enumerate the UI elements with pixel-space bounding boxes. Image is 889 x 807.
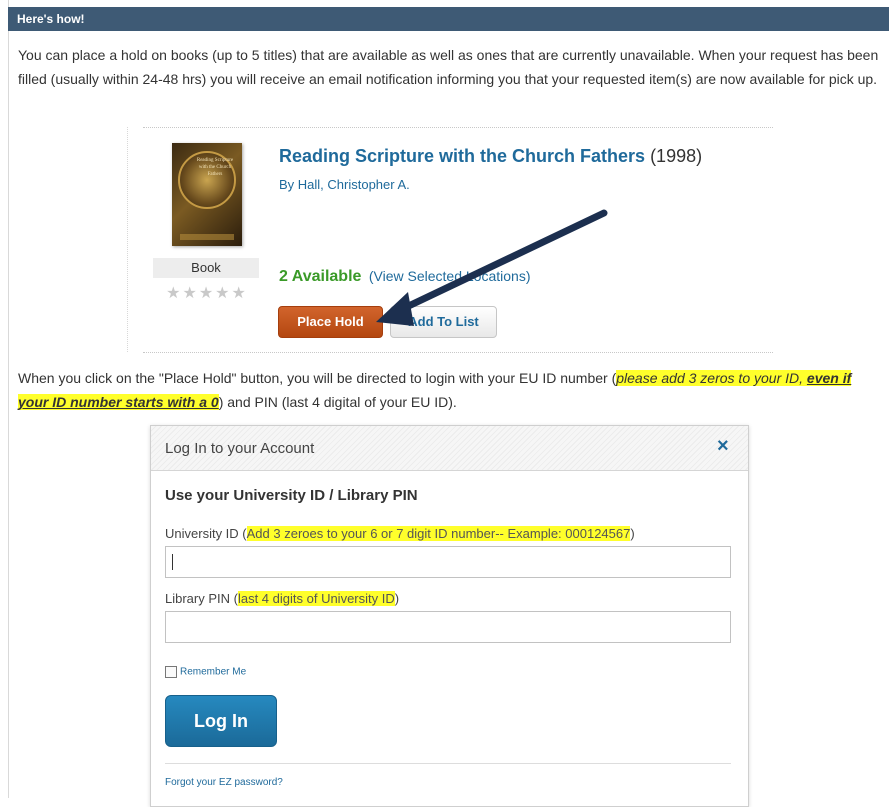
instructions-text-before: When you click on the "Place Hold" butto… bbox=[18, 370, 617, 386]
cover-title-text: Reading Scripture with the Church Father… bbox=[196, 158, 234, 177]
login-button[interactable]: Log In bbox=[165, 695, 277, 747]
available-count: 2 Available bbox=[279, 268, 362, 285]
add-to-list-button[interactable]: Add To List bbox=[390, 306, 497, 338]
university-id-label-text: University ID ( bbox=[165, 526, 247, 541]
close-icon[interactable]: × bbox=[717, 435, 729, 458]
intro-paragraph: You can place a hold on books (up to 5 t… bbox=[18, 47, 879, 87]
login-instructions: When you click on the "Place Hold" butto… bbox=[18, 366, 880, 414]
library-pin-input[interactable] bbox=[165, 611, 731, 643]
availability-status: 2 Available (View Selected Locations) bbox=[279, 268, 530, 286]
remember-me-checkbox[interactable] bbox=[165, 666, 177, 678]
login-dialog: Log In to your Account × Use your Univer… bbox=[150, 425, 749, 807]
forgot-password-link[interactable]: Forgot your EZ password? bbox=[165, 777, 283, 788]
university-id-hint: Add 3 zeroes to your 6 or 7 digit ID num… bbox=[246, 526, 631, 541]
library-pin-label-text: Library PIN ( bbox=[165, 591, 238, 606]
rating-stars-icon[interactable]: ★★★★★ bbox=[156, 283, 258, 303]
section-header: Here's how! bbox=[8, 7, 889, 31]
book-title-link[interactable]: Reading Scripture with the Church Father… bbox=[279, 146, 702, 167]
book-cover[interactable]: Reading Scripture with the Church Father… bbox=[172, 143, 242, 246]
card-left-divider bbox=[127, 127, 128, 352]
university-id-label-end: ) bbox=[630, 526, 635, 541]
instructions-text-after: ) and PIN (last 4 digital of your EU ID)… bbox=[218, 394, 457, 410]
instructions-highlight-text: please add 3 zeros to your ID, bbox=[616, 370, 807, 386]
dialog-divider bbox=[165, 763, 731, 764]
book-year: (1998) bbox=[650, 146, 703, 166]
university-id-label: University ID (Add 3 zeroes to your 6 or… bbox=[165, 526, 635, 541]
view-locations-link[interactable]: (View Selected Locations) bbox=[369, 268, 531, 284]
university-id-input[interactable] bbox=[165, 546, 731, 578]
remember-me-label[interactable]: Remember Me bbox=[180, 667, 246, 678]
card-top-divider bbox=[143, 127, 773, 128]
card-bottom-divider bbox=[143, 352, 773, 353]
book-title-text[interactable]: Reading Scripture with the Church Father… bbox=[279, 146, 645, 166]
dialog-header: Log In to your Account × bbox=[151, 426, 748, 471]
remember-me[interactable]: Remember Me bbox=[165, 666, 246, 678]
format-label: Book bbox=[153, 258, 259, 278]
library-pin-label-end: ) bbox=[394, 591, 400, 606]
text-caret bbox=[172, 554, 173, 570]
dialog-heading: Use your University ID / Library PIN bbox=[165, 487, 418, 504]
place-hold-button[interactable]: Place Hold bbox=[278, 306, 383, 338]
dialog-title: Log In to your Account bbox=[165, 440, 315, 457]
section-header-title: Here's how! bbox=[17, 12, 85, 26]
cover-author-band bbox=[180, 234, 234, 240]
book-author-link[interactable]: By Hall, Christopher A. bbox=[279, 177, 410, 192]
library-pin-hint: last 4 digits of University ID bbox=[237, 591, 395, 606]
library-pin-label: Library PIN (last 4 digits of University… bbox=[165, 591, 399, 606]
